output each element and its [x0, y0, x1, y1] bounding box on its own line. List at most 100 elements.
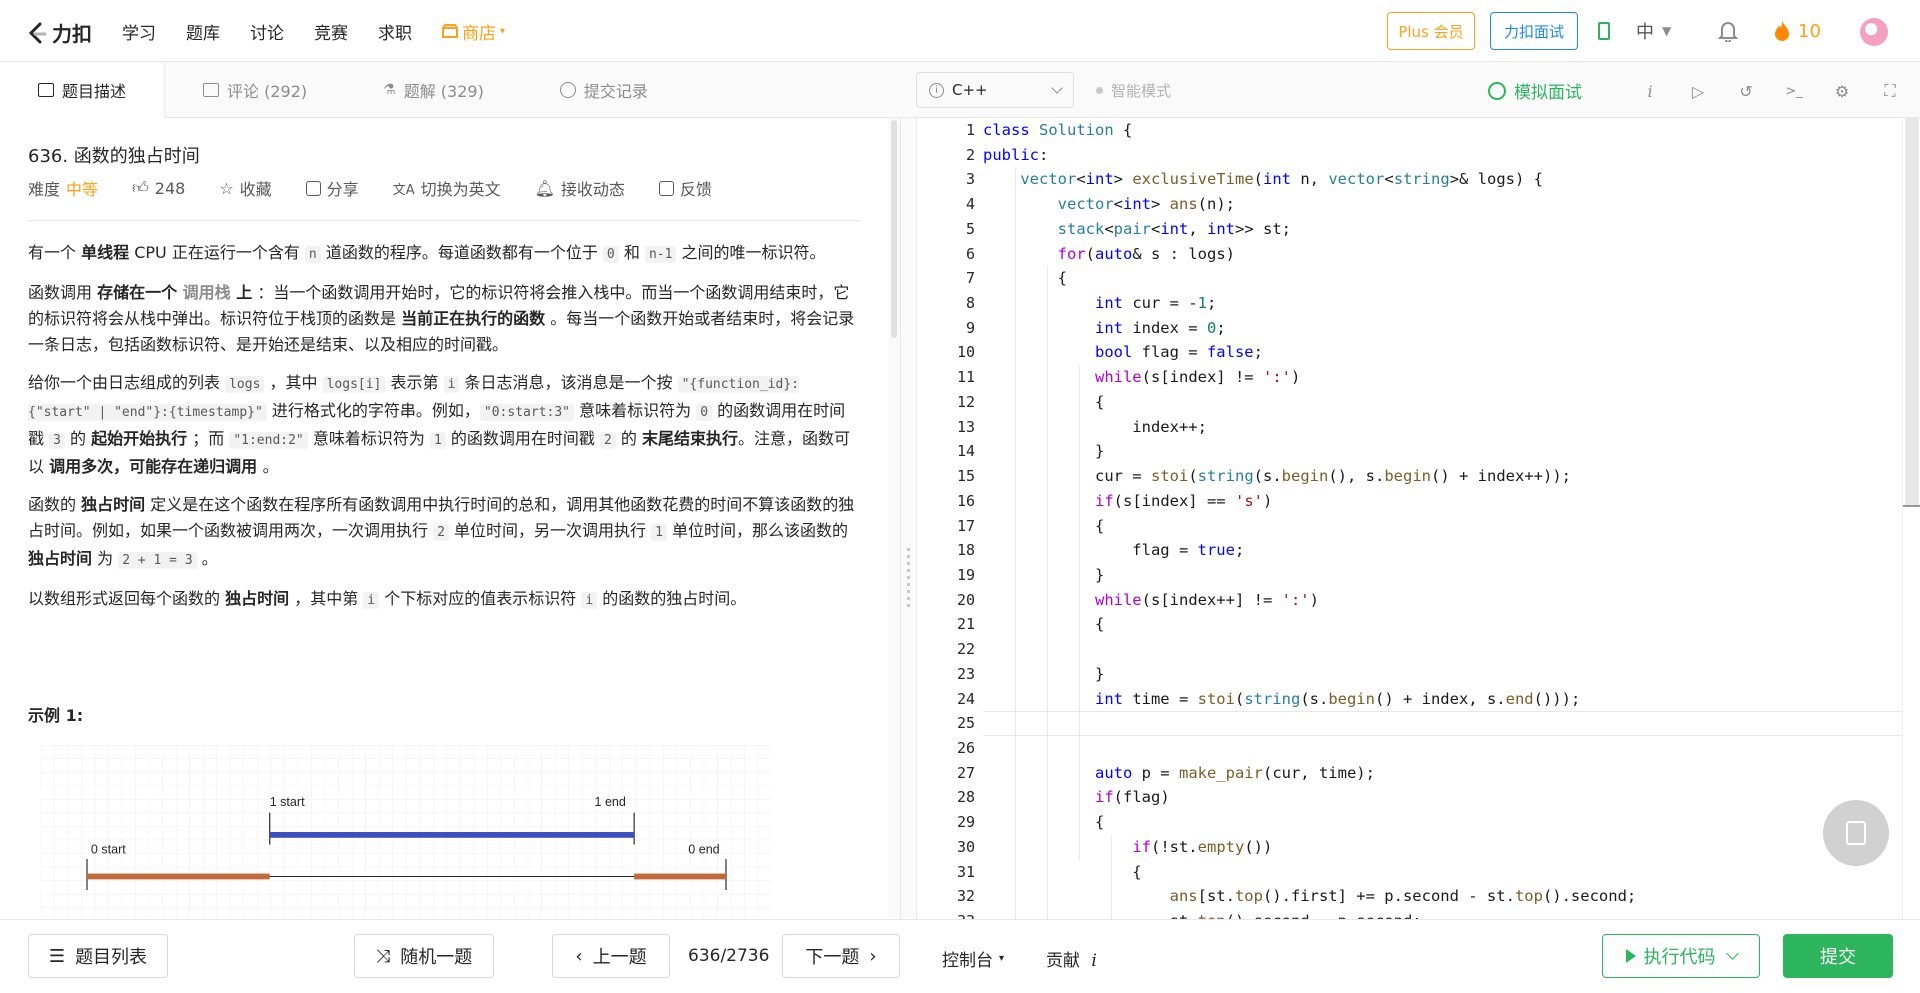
- alarm-clock-icon: [1488, 81, 1506, 100]
- code-line[interactable]: int cur = -1;: [983, 291, 1903, 316]
- code-line[interactable]: if(!st.empty()): [983, 835, 1903, 860]
- line-number: 10: [956, 343, 975, 362]
- info-button[interactable]: i: [1626, 80, 1674, 102]
- plus-member-button[interactable]: Plus 会员: [1387, 12, 1475, 50]
- line-number: 8: [965, 294, 975, 313]
- streak-counter[interactable]: 10: [1774, 20, 1821, 42]
- code-line-current[interactable]: [983, 711, 1903, 736]
- code-line[interactable]: int index = 0;: [983, 316, 1903, 341]
- code-line[interactable]: [983, 736, 1903, 761]
- settings-icon[interactable]: ⚙: [1818, 80, 1866, 102]
- scrollbar-thumb[interactable]: [1905, 118, 1919, 506]
- tab-comments-label: 评论 (292): [227, 82, 308, 101]
- translate-icon: 文A: [392, 182, 415, 198]
- run-code-button[interactable]: 执行代码: [1602, 934, 1760, 978]
- panel-resizer[interactable]: [900, 118, 916, 919]
- code-line[interactable]: st.top().second = p.second;: [983, 909, 1903, 919]
- label-0-end: 0 end: [688, 842, 719, 856]
- description-scrollbar[interactable]: [888, 118, 900, 919]
- mock-interview-button[interactable]: 模拟面试: [1488, 78, 1582, 103]
- tab-submissions-label: 提交记录: [583, 82, 648, 101]
- editor-toolbar: i C++ 智能模式 模拟面试 i ▷ ↺ >_ ⚙ ⛶: [900, 62, 1920, 118]
- favorite-button[interactable]: ☆ 收藏: [219, 176, 271, 200]
- code-editor[interactable]: 1 2 3 4 5 6 7 8 9 10 11 12 13 14 15 16 17 18 19 20 21 22 23 24 2…: [916, 118, 1920, 919]
- leetcode-logo[interactable]: 力扣: [26, 18, 92, 47]
- smart-mode-toggle[interactable]: 智能模式: [1096, 80, 1171, 101]
- nav-link-jobs[interactable]: 求职: [378, 19, 412, 44]
- chevron-left-icon: ‹: [575, 945, 583, 967]
- code-line[interactable]: ans[st.top().first] += p.second - st.top…: [983, 884, 1903, 909]
- tab-solutions[interactable]: ⚗ 题解 (329): [345, 62, 522, 118]
- terminal-icon[interactable]: >_: [1770, 80, 1818, 102]
- code-line[interactable]: {: [983, 612, 1903, 637]
- code-line[interactable]: [983, 637, 1903, 662]
- nav-link-problems[interactable]: 题库: [186, 19, 220, 44]
- code-line[interactable]: if(flag): [983, 785, 1903, 810]
- line-number: 17: [956, 516, 975, 535]
- prev-problem-button[interactable]: ‹ 上一题: [552, 934, 670, 978]
- console-toggle[interactable]: 控制台 ▾: [942, 946, 1004, 971]
- code-line[interactable]: index++;: [983, 415, 1903, 440]
- code-line[interactable]: {: [983, 390, 1903, 415]
- code-line[interactable]: while(s[index] != ':'): [983, 365, 1903, 390]
- code-line[interactable]: for(auto& s : logs): [983, 242, 1903, 267]
- nav-link-discuss[interactable]: 讨论: [250, 19, 284, 44]
- language-select[interactable]: i C++: [916, 72, 1074, 108]
- tab-submissions[interactable]: 提交记录: [522, 62, 686, 118]
- problem-list-button[interactable]: ☰ 题目列表: [28, 934, 168, 978]
- user-avatar[interactable]: [1860, 18, 1888, 46]
- nav-link-store[interactable]: 商店 ▾: [442, 19, 505, 44]
- mobile-app-icon[interactable]: [1598, 22, 1610, 40]
- code-line[interactable]: vector<int> exclusiveTime(int n, vector<…: [983, 167, 1903, 192]
- top-navbar: 力扣 学习 题库 讨论 竞赛 求职 商店 ▾ Plus 会员 力扣面试 中 ▼ …: [0, 0, 1920, 62]
- notes-float-button[interactable]: [1823, 800, 1889, 866]
- subscribe-button[interactable]: 🔔︎ 接收动态: [535, 176, 625, 200]
- submit-button[interactable]: 提交: [1783, 934, 1893, 978]
- line-number: 22: [956, 640, 975, 659]
- paragraph: 函数的 独占时间 定义是在这个函数在程序所有函数调用中执行时间的总和，调用其他函…: [28, 495, 855, 569]
- code-line[interactable]: {: [983, 266, 1903, 291]
- tab-description-label: 题目描述: [62, 82, 127, 101]
- reset-icon[interactable]: ↺: [1722, 80, 1770, 102]
- code-line[interactable]: }: [983, 563, 1903, 588]
- play-outline-icon[interactable]: ▷: [1674, 80, 1722, 102]
- code-line[interactable]: flag = true;: [983, 538, 1903, 563]
- fullscreen-icon[interactable]: ⛶: [1866, 80, 1914, 102]
- code-line[interactable]: int time = stoi(string(s.begin() + index…: [983, 687, 1903, 712]
- nav-link-learn[interactable]: 学习: [122, 19, 156, 44]
- next-label: 下一题: [805, 947, 860, 968]
- contribute-button[interactable]: 贡献 i: [1046, 946, 1097, 971]
- bell-icon[interactable]: [1718, 20, 1738, 42]
- line-number: 23: [956, 664, 975, 683]
- switch-language-button[interactable]: 文A 切换为英文: [393, 176, 501, 200]
- code-line[interactable]: stack<pair<int, int>> st;: [983, 217, 1903, 242]
- code-line[interactable]: class Solution {: [983, 118, 1903, 143]
- share-label: 分享: [326, 180, 359, 199]
- language-switch[interactable]: 中 ▼: [1636, 18, 1671, 44]
- code-line[interactable]: auto p = make_pair(cur, time);: [983, 761, 1903, 786]
- like-button[interactable]: 👍︎ 248: [132, 178, 185, 198]
- code-line[interactable]: }: [983, 662, 1903, 687]
- code-line[interactable]: if(s[index] == 's'): [983, 489, 1903, 514]
- tab-description[interactable]: 题目描述: [0, 62, 166, 118]
- feedback-button[interactable]: 反馈: [658, 176, 712, 200]
- code-line[interactable]: while(s[index++] != ':'): [983, 588, 1903, 613]
- scrollbar-thumb[interactable]: [891, 120, 897, 338]
- code-line[interactable]: }: [983, 439, 1903, 464]
- code-line[interactable]: {: [983, 514, 1903, 539]
- editor-scrollbar[interactable]: [1902, 118, 1920, 919]
- share-button[interactable]: 分享: [305, 176, 359, 200]
- code-line[interactable]: {: [983, 810, 1903, 835]
- tab-comments[interactable]: 评论 (292): [165, 62, 345, 118]
- nav-link-contest[interactable]: 竞赛: [314, 19, 348, 44]
- code-line[interactable]: {: [983, 860, 1903, 885]
- interview-button[interactable]: 力扣面试: [1490, 12, 1578, 50]
- next-problem-button[interactable]: 下一题 ›: [782, 934, 900, 978]
- code-content[interactable]: class Solution {public: vector<int> excl…: [983, 118, 1903, 919]
- example-diagram: 1 start 1 end 0 start 0 end: [40, 745, 772, 919]
- random-problem-button[interactable]: ⤨ 随机一题: [354, 934, 494, 978]
- code-line[interactable]: cur = stoi(string(s.begin(), s.begin() +…: [983, 464, 1903, 489]
- code-line[interactable]: public:: [983, 143, 1903, 168]
- code-line[interactable]: bool flag = false;: [983, 340, 1903, 365]
- code-line[interactable]: vector<int> ans(n);: [983, 192, 1903, 217]
